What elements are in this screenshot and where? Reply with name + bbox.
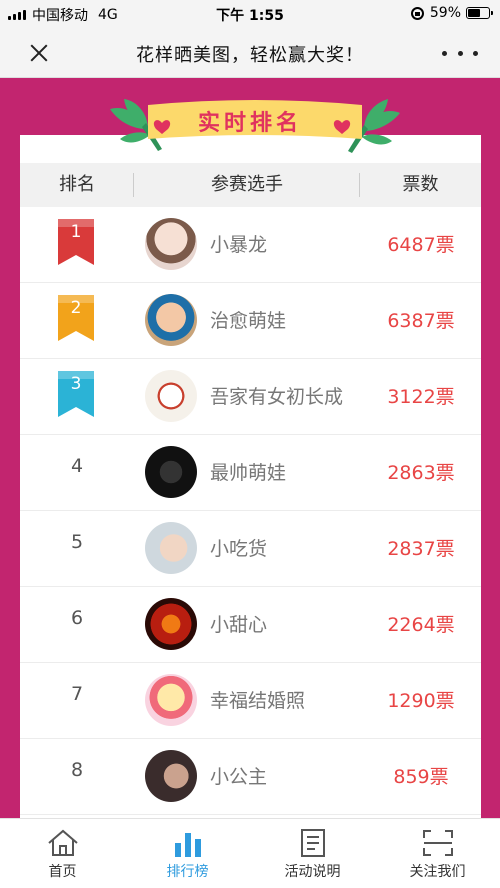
home-icon <box>48 829 78 856</box>
rank-number: 2 <box>70 298 82 318</box>
player-name: 吾家有女初长成 <box>210 386 344 408</box>
vote-count: 6387票 <box>387 310 455 332</box>
avatar[interactable] <box>145 522 197 574</box>
avatar[interactable] <box>145 446 197 498</box>
tab-follow[interactable]: 关注我们 <box>375 819 500 888</box>
table-row[interactable]: 8 小公主 859票 <box>20 739 481 815</box>
qr-scan-icon <box>423 830 453 856</box>
rank-number: 4 <box>70 455 84 477</box>
battery-icon <box>466 7 493 19</box>
table-row[interactable]: 1 小暴龙 6487票 <box>20 207 481 283</box>
table-header: 排名 参赛选手 票数 <box>20 163 481 207</box>
avatar[interactable] <box>145 218 197 270</box>
avatar[interactable] <box>145 750 197 802</box>
battery-fill <box>468 9 480 17</box>
rank-cell: 7 <box>20 663 134 738</box>
avatar[interactable] <box>145 294 197 346</box>
status-right: 59% <box>410 5 493 21</box>
vote-count: 2863票 <box>387 462 455 484</box>
vote-count: 6487票 <box>387 234 455 256</box>
vote-count: 2837票 <box>387 538 455 560</box>
vote-count: 3122票 <box>387 386 455 408</box>
ranking-banner: 实时排名 <box>110 95 400 155</box>
page-title: 花样晒美图，轻松赢大奖！ <box>136 45 364 66</box>
rank-cell: 1 <box>20 207 134 282</box>
header-votes: 票数 <box>402 174 439 195</box>
rank-cell: 5 <box>20 511 134 586</box>
table-row[interactable]: 2 治愈萌娃 6387票 <box>20 283 481 359</box>
rank-cell: 8 <box>20 739 134 814</box>
avatar[interactable] <box>145 674 197 726</box>
player-name: 小公主 <box>210 766 268 788</box>
vote-count: 859票 <box>393 766 449 788</box>
rank-cell: 3 <box>20 359 134 434</box>
table-row[interactable]: 4 最帅萌娃 2863票 <box>20 435 481 511</box>
status-bar: 中国移动 4G 下午 1:55 59% <box>0 0 500 28</box>
document-icon <box>301 829 325 857</box>
header-player: 参赛选手 <box>134 163 360 207</box>
header-rank: 排名 <box>20 163 134 207</box>
player-name: 小暴龙 <box>210 234 268 256</box>
vote-count: 1290票 <box>387 690 455 712</box>
rank-number: 3 <box>70 374 82 394</box>
player-name: 治愈萌娃 <box>210 310 287 332</box>
player-name: 幸福结婚照 <box>210 690 306 712</box>
table-row[interactable]: 7 幸福结婚照 1290票 <box>20 663 481 739</box>
ranking-card: 排名 参赛选手 票数 1 小暴龙 6487票 2 治愈萌娃 6387票 3 吾家有女初长成 31… <box>20 135 481 825</box>
rank-cell: 6 <box>20 587 134 662</box>
tab-label-ranking: 排行榜 <box>166 864 209 880</box>
table-row[interactable]: 3 吾家有女初长成 3122票 <box>20 359 481 435</box>
rank-cell: 2 <box>20 283 134 358</box>
rank-cell: 4 <box>20 435 134 510</box>
rank-number: 8 <box>70 759 84 781</box>
tab-home[interactable]: 首页 <box>0 819 125 888</box>
tab-rules[interactable]: 活动说明 <box>250 819 375 888</box>
player-name: 小甜心 <box>210 614 268 636</box>
rotation-lock-icon <box>410 6 424 20</box>
rank-number: 5 <box>70 531 84 553</box>
player-name: 小吃货 <box>210 538 268 560</box>
player-name: 最帅萌娃 <box>210 462 287 484</box>
bottom-tab-bar: 首页 排行榜 活动说明 关注我们 <box>0 818 500 888</box>
rank-number: 7 <box>70 683 84 705</box>
bar-chart-icon <box>175 833 201 857</box>
rank-number: 1 <box>70 222 82 242</box>
tab-label-home: 首页 <box>48 864 77 880</box>
tab-label-rules: 活动说明 <box>284 864 341 880</box>
banner-title: 实时排名 <box>197 111 302 136</box>
avatar[interactable] <box>145 598 197 650</box>
battery-percent: 59% <box>429 5 461 21</box>
vote-count: 2264票 <box>387 614 455 636</box>
rank-number: 6 <box>70 607 84 629</box>
table-row[interactable]: 5 小吃货 2837票 <box>20 511 481 587</box>
nav-bar: 花样晒美图，轻松赢大奖！ <box>0 28 500 78</box>
more-icon[interactable] <box>442 38 478 68</box>
avatar[interactable] <box>145 370 197 422</box>
tab-ranking[interactable]: 排行榜 <box>125 819 250 888</box>
close-icon[interactable] <box>24 38 54 68</box>
table-row[interactable]: 6 小甜心 2264票 <box>20 587 481 663</box>
tab-label-follow: 关注我们 <box>409 864 466 880</box>
